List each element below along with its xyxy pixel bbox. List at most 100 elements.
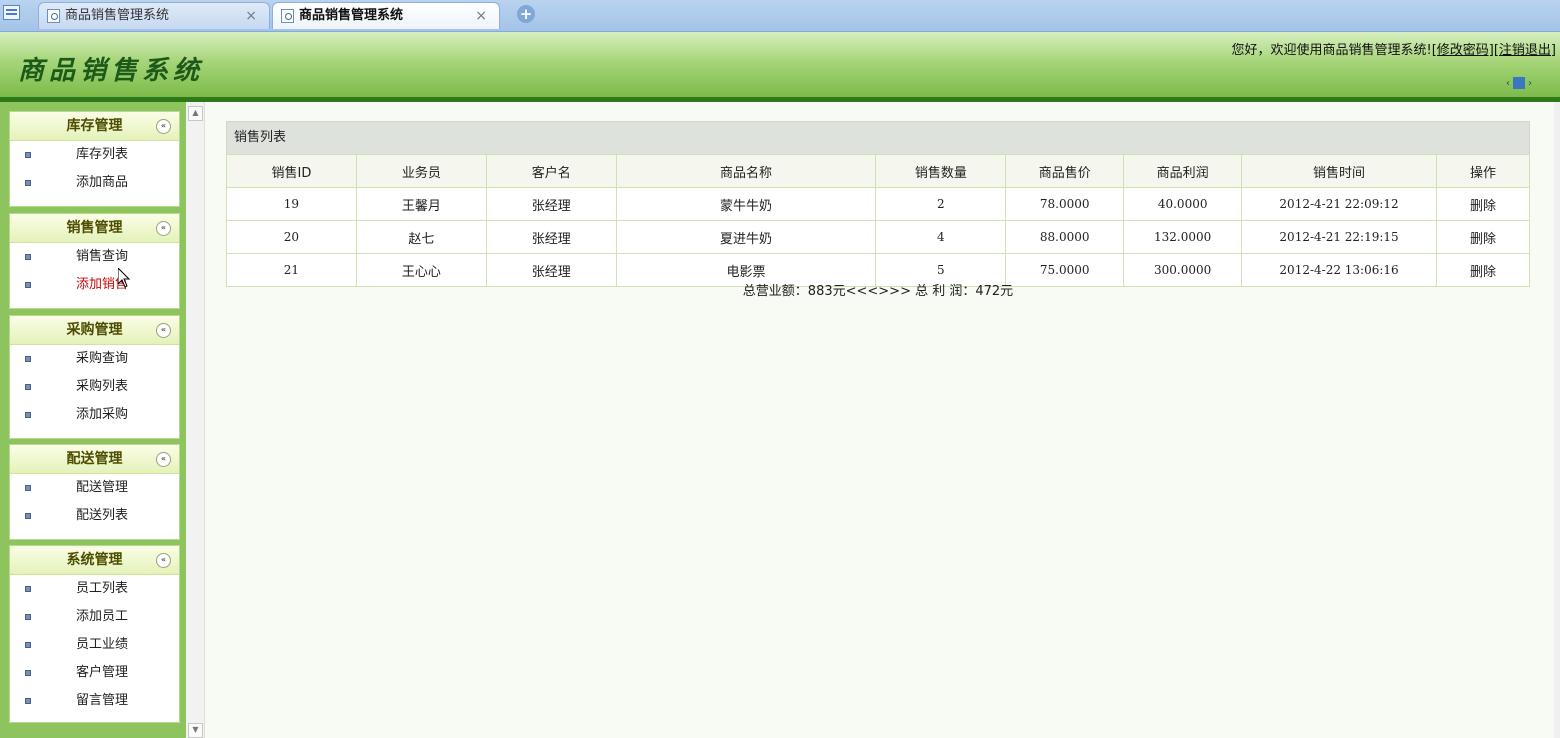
collapse-icon[interactable]: « [156, 221, 171, 236]
bullet-icon [25, 384, 31, 390]
section-title: 库存管理 [66, 118, 123, 134]
bullet-icon [25, 152, 31, 158]
browser-tab-1[interactable]: 商品销售管理系统 × [38, 2, 270, 29]
sidebar-item-employee-performance[interactable]: 员工业绩 [10, 631, 179, 659]
logout-link[interactable]: [注销退出] [1494, 43, 1556, 58]
app-header: 商品销售系统 您好，欢迎使用商品销售管理系统![修改密码][注销退出] ‹ › [0, 32, 1560, 97]
column-header: 业务员 [355, 154, 487, 188]
bullet-icon [25, 513, 31, 519]
bullet-icon [25, 412, 31, 418]
cell-customer: 张经理 [485, 220, 617, 254]
sidebar-item-sales-query[interactable]: 销售查询 [10, 243, 179, 271]
mouse-cursor-icon [117, 266, 131, 288]
column-header: 销售数量 [875, 154, 1007, 188]
column-header: 操作 [1435, 154, 1531, 188]
cell-sale-time: 2012-4-21 22:09:12 [1241, 187, 1437, 221]
cell-profit: 40.0000 [1123, 187, 1243, 221]
bullet-icon [25, 282, 31, 288]
cell-sale-id: 20 [226, 220, 357, 254]
delete-button[interactable]: 删除 [1435, 220, 1531, 254]
sidebar-section-purchase: 采购管理 « 采购查询 采购列表 添加采购 [9, 315, 180, 439]
page-icon [281, 9, 294, 23]
close-icon[interactable]: × [245, 3, 257, 29]
page-icon [47, 9, 60, 23]
sidebar-section-inventory: 库存管理 « 库存列表 添加商品 [9, 111, 180, 207]
delete-button[interactable]: 删除 [1435, 187, 1531, 221]
section-header[interactable]: 销售管理 « [10, 214, 179, 243]
table-header-row: 销售ID 业务员 客户名 商品名称 销售数量 商品售价 商品利润 销售时间 操作 [226, 154, 1531, 188]
sidebar-scrollbar[interactable]: ▲ ▼ [186, 102, 205, 738]
sidebar-item-purchase-list[interactable]: 采购列表 [10, 373, 179, 401]
main-scrollbar[interactable] [1554, 102, 1560, 738]
table-row: 19 王馨月 张经理 蒙牛牛奶 2 78.0000 40.0000 2012-4… [226, 187, 1531, 221]
bullet-icon [25, 180, 31, 186]
cell-sale-time: 2012-4-21 22:19:15 [1241, 220, 1437, 254]
sidebar-item-inventory-list[interactable]: 库存列表 [10, 141, 179, 169]
welcome-text: 您好，欢迎使用商品销售管理系统! [1231, 43, 1432, 58]
sales-summary: 总营业额：883元<<<>>> 总 利 润：472元 [742, 284, 1014, 299]
chevron-left-icon[interactable]: ‹ [1506, 78, 1510, 89]
sidebar-item-purchase-query[interactable]: 采购查询 [10, 345, 179, 373]
column-header: 商品售价 [1005, 154, 1125, 188]
section-title: 采购管理 [66, 322, 123, 338]
section-title: 配送管理 [66, 451, 123, 467]
collapse-icon[interactable]: « [156, 553, 171, 568]
window-menu-icon[interactable] [3, 5, 20, 20]
chevron-right-icon[interactable]: › [1528, 78, 1532, 89]
panel-toggle-icon[interactable] [1513, 77, 1525, 89]
column-header: 客户名 [485, 154, 617, 188]
cell-salesperson: 赵七 [355, 220, 487, 254]
sidebar-item-add-employee[interactable]: 添加员工 [10, 603, 179, 631]
section-title: 系统管理 [66, 552, 123, 568]
collapse-icon[interactable]: « [156, 452, 171, 467]
section-header[interactable]: 采购管理 « [10, 316, 179, 345]
column-header: 商品名称 [615, 154, 877, 188]
sidebar-item-delivery-list[interactable]: 配送列表 [10, 502, 179, 530]
section-header[interactable]: 配送管理 « [10, 445, 179, 474]
app-logo: 商品销售系统 [18, 56, 205, 86]
sidebar-item-customer-manage[interactable]: 客户管理 [10, 659, 179, 687]
sidebar: 库存管理 « 库存列表 添加商品 销售管理 « 销售查询 添加销售 采购管理 « 采购… [0, 102, 186, 738]
browser-tabbar: 商品销售管理系统 × 商品销售管理系统 × + [0, 0, 1560, 32]
cell-price: 78.0000 [1005, 187, 1125, 221]
bullet-icon [25, 356, 31, 362]
sales-table: 销售ID 业务员 客户名 商品名称 销售数量 商品售价 商品利润 销售时间 操作… [226, 154, 1531, 287]
browser-tab-2[interactable]: 商品销售管理系统 × [272, 2, 500, 29]
collapse-icon[interactable]: « [156, 323, 171, 338]
collapse-icon[interactable]: « [156, 119, 171, 134]
cell-profit: 132.0000 [1123, 220, 1243, 254]
tab-label: 商品销售管理系统 [65, 8, 170, 23]
bullet-icon [25, 614, 31, 620]
bullet-icon [25, 642, 31, 648]
scroll-down-icon[interactable]: ▼ [188, 723, 203, 738]
cell-quantity: 4 [875, 220, 1007, 254]
sidebar-item-add-purchase[interactable]: 添加采购 [10, 401, 179, 429]
section-title: 销售管理 [66, 220, 123, 236]
sidebar-item-employee-list[interactable]: 员工列表 [10, 575, 179, 603]
cell-salesperson: 王馨月 [355, 187, 487, 221]
cell-customer: 张经理 [485, 187, 617, 221]
cell-price: 88.0000 [1005, 220, 1125, 254]
bullet-icon [25, 485, 31, 491]
cell-product-name: 夏进牛奶 [615, 220, 877, 254]
sidebar-item-message-manage[interactable]: 留言管理 [10, 687, 179, 715]
new-tab-icon[interactable]: + [517, 5, 535, 23]
sidebar-section-system: 系统管理 « 员工列表 添加员工 员工业绩 客户管理 留言管理 [9, 545, 180, 723]
change-password-link[interactable]: [修改密码] [1432, 43, 1494, 58]
sidebar-item-add-product[interactable]: 添加商品 [10, 169, 179, 197]
bullet-icon [25, 586, 31, 592]
bullet-icon [25, 254, 31, 260]
sidebar-item-delivery-manage[interactable]: 配送管理 [10, 474, 179, 502]
column-header: 销售ID [226, 154, 357, 188]
section-header[interactable]: 库存管理 « [10, 112, 179, 141]
bullet-icon [25, 670, 31, 676]
column-header: 销售时间 [1241, 154, 1437, 188]
sidebar-item-add-sale[interactable]: 添加销售 [10, 271, 179, 299]
close-icon[interactable]: × [475, 3, 487, 29]
section-header[interactable]: 系统管理 « [10, 546, 179, 575]
sales-list-title: 销售列表 [226, 121, 1530, 155]
scroll-up-icon[interactable]: ▲ [188, 106, 203, 121]
cell-product-name: 蒙牛牛奶 [615, 187, 877, 221]
cell-quantity: 2 [875, 187, 1007, 221]
sidebar-section-delivery: 配送管理 « 配送管理 配送列表 [9, 444, 180, 540]
